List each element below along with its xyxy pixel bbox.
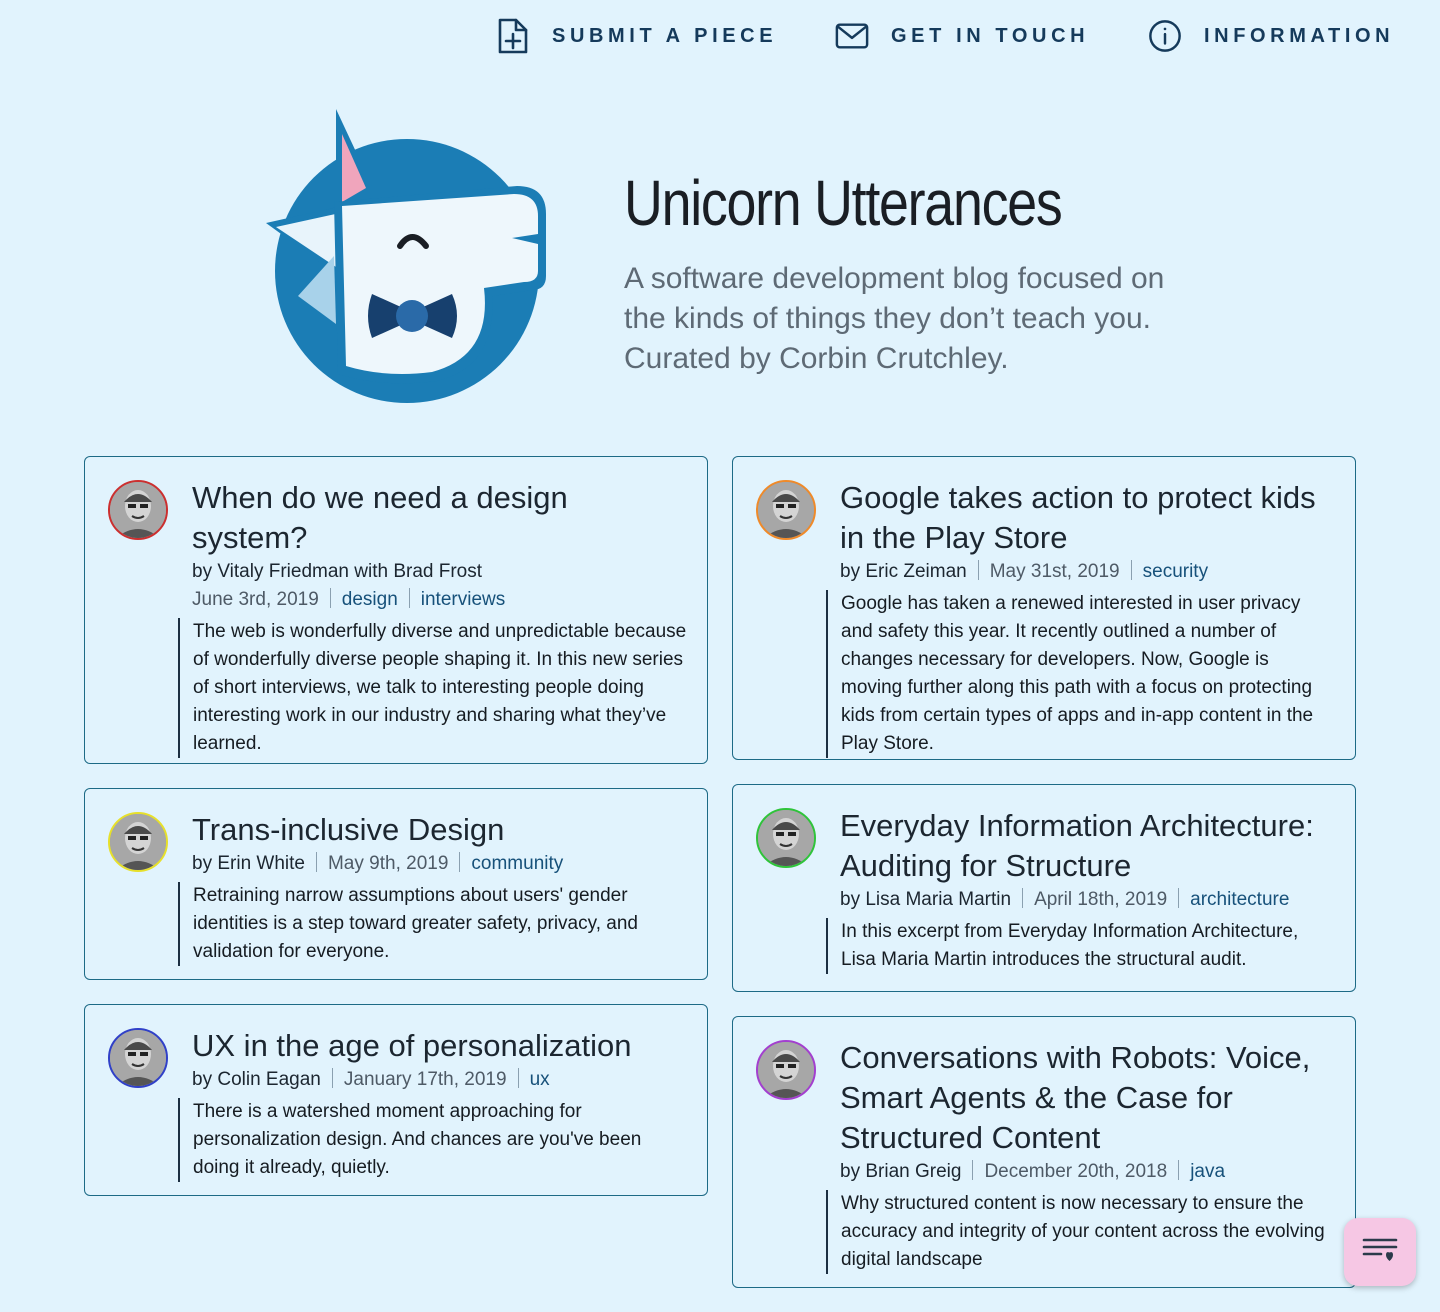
separator (408, 588, 410, 608)
post-tag[interactable]: java (1190, 1161, 1225, 1182)
post-card[interactable]: When do we need a design system? by Vita… (84, 456, 708, 764)
site-title: Unicorn Utterances (624, 167, 1063, 239)
submit-piece-label: Submit a piece (552, 24, 778, 47)
post-title[interactable]: Everyday Information Architecture: Audit… (840, 806, 1335, 886)
mail-icon (835, 17, 869, 55)
post-meta: by Colin Eagan January 17th, 2019 ux (192, 1066, 687, 1094)
post-excerpt: The web is wonderfully diverse and unpre… (178, 618, 687, 758)
post-title[interactable]: Trans-inclusive Design (192, 810, 687, 850)
get-in-touch-link[interactable]: Get in touch (835, 16, 1089, 56)
post-body: Google takes action to protect kids in t… (826, 478, 1335, 758)
information-label: Information (1204, 24, 1395, 47)
post-meta: by Lisa Maria Martin April 18th, 2019 arch… (840, 886, 1335, 914)
post-body: UX in the age of personalization by Coli… (178, 1026, 687, 1182)
post-card[interactable]: Everyday Information Architecture: Audit… (732, 784, 1356, 992)
avatar (756, 808, 816, 868)
post-excerpt: There is a watershed moment approaching … (178, 1098, 687, 1182)
post-title[interactable]: UX in the age of personalization (192, 1026, 687, 1066)
post-date: December 20th, 2018 (984, 1161, 1168, 1182)
post-excerpt: Retraining narrow assumptions about user… (178, 882, 687, 966)
avatar (108, 1028, 168, 1088)
post-byline: by Colin Eagan (192, 1069, 321, 1090)
separator (1130, 560, 1132, 580)
post-tag[interactable]: security (1143, 561, 1208, 582)
post-title[interactable]: When do we need a design system? (192, 478, 687, 558)
post-card[interactable]: Trans-inclusive Design by Erin White May … (84, 788, 708, 980)
post-meta: by Eric Zeiman May 31st, 2019 security (840, 558, 1335, 586)
separator (1178, 888, 1180, 908)
post-date: June 3rd, 2019 (192, 589, 319, 610)
post-body: Everyday Information Architecture: Audit… (826, 806, 1335, 974)
post-body: When do we need a design system? by Vita… (178, 478, 687, 758)
submit-piece-link[interactable]: Submit a piece (496, 16, 777, 56)
post-excerpt: Google has taken a renewed interested in… (826, 590, 1335, 758)
post-date: May 31st, 2019 (989, 561, 1120, 582)
separator (331, 1068, 333, 1088)
get-in-touch-label: Get in touch (891, 24, 1090, 47)
post-excerpt: In this excerpt from Everyday Informatio… (826, 918, 1335, 974)
post-date: April 18th, 2019 (1034, 889, 1168, 910)
separator (459, 852, 461, 872)
post-tag[interactable]: architecture (1190, 889, 1289, 910)
unicorn-logo[interactable] (262, 106, 552, 411)
information-link[interactable]: Information (1148, 16, 1394, 56)
post-tag[interactable]: community (471, 853, 563, 874)
post-tag[interactable]: ux (530, 1069, 550, 1090)
site-description: A software development blog focused on t… (624, 262, 1165, 375)
post-card[interactable]: UX in the age of personalization by Coli… (84, 1004, 708, 1196)
post-card[interactable]: Google takes action to protect kids in t… (732, 456, 1356, 760)
separator (1178, 1160, 1180, 1180)
post-byline: by Brian Greig (840, 1161, 962, 1182)
post-body: Trans-inclusive Design by Erin White May … (178, 810, 687, 966)
separator (972, 1160, 974, 1180)
post-date: May 9th, 2019 (327, 853, 449, 874)
separator (977, 560, 979, 580)
post-title[interactable]: Google takes action to protect kids in t… (840, 478, 1335, 558)
separator (517, 1068, 519, 1088)
top-nav: Submit a piece Get in touch Information (0, 0, 1440, 76)
post-card[interactable]: Conversations with Robots: Voice, Smart … (732, 1016, 1356, 1288)
filter-button[interactable] (1344, 1218, 1416, 1286)
avatar (756, 1040, 816, 1100)
post-meta: by Erin White May 9th, 2019 community (192, 850, 687, 878)
avatar (108, 812, 168, 872)
separator (329, 588, 331, 608)
post-meta: June 3rd, 2019 design interviews (192, 586, 687, 614)
file-plus-icon (496, 17, 530, 55)
post-excerpt: Why structured content is now necessary … (826, 1190, 1335, 1274)
avatar (756, 480, 816, 540)
separator (1022, 888, 1024, 908)
post-byline: by Eric Zeiman (840, 561, 967, 582)
avatar (108, 480, 168, 540)
post-body: Conversations with Robots: Voice, Smart … (826, 1038, 1335, 1274)
separator (315, 852, 317, 872)
info-icon (1148, 17, 1182, 55)
post-meta: by Brian Greig December 20th, 2018 java (840, 1158, 1335, 1186)
post-byline: by Lisa Maria Martin (840, 889, 1012, 910)
post-byline: by Erin White (192, 853, 305, 874)
post-date: January 17th, 2019 (343, 1069, 507, 1090)
post-byline: by Vitaly Friedman with Brad Frost (192, 561, 483, 582)
filter-list-heart-icon (1361, 1235, 1399, 1270)
post-tag[interactable]: design (342, 589, 398, 610)
post-title[interactable]: Conversations with Robots: Voice, Smart … (840, 1038, 1335, 1158)
post-tag[interactable]: interviews (421, 589, 505, 610)
